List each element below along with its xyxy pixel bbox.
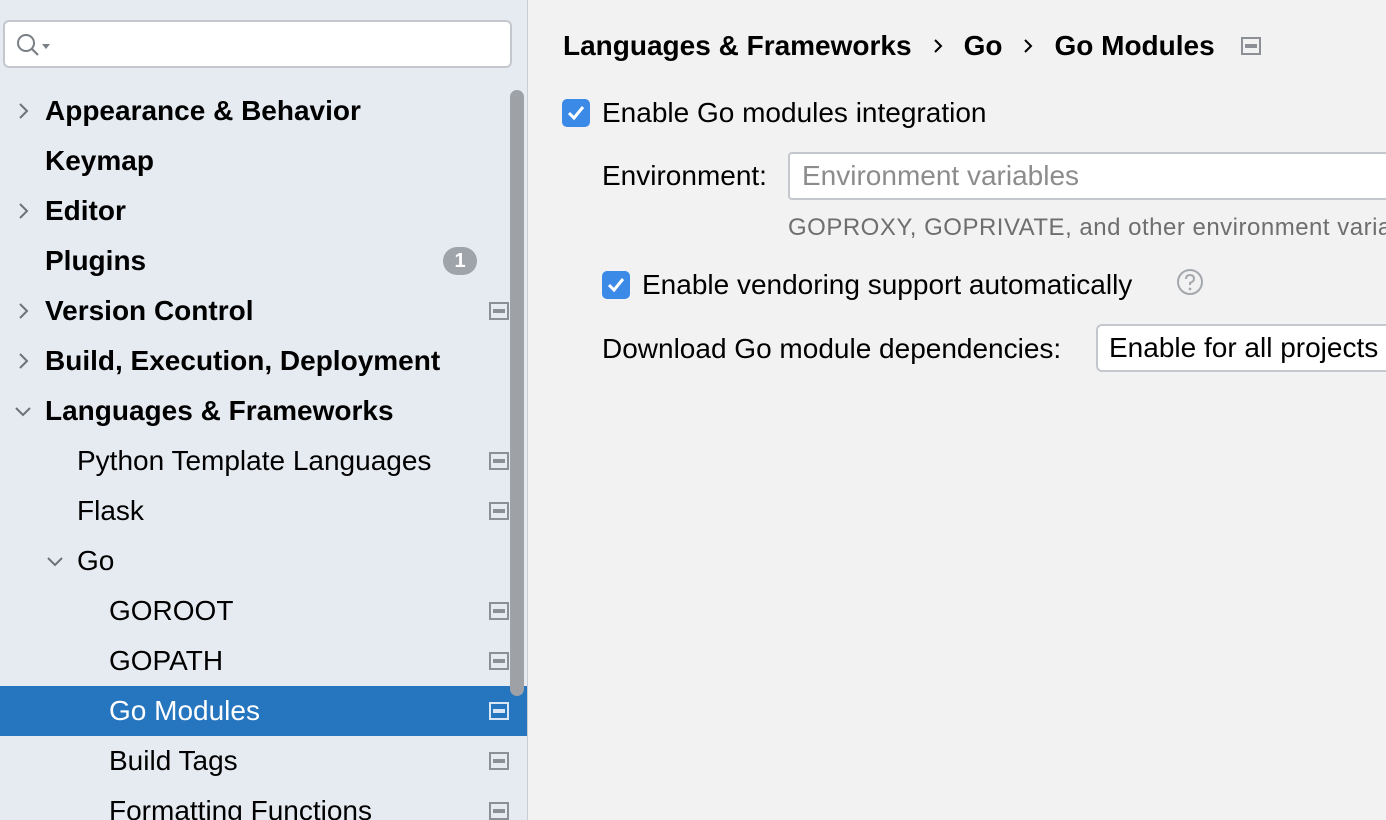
sidebar-item-label: Python Template Languages	[77, 445, 432, 476]
enable-modules-checkbox[interactable]	[562, 99, 590, 127]
sidebar-item-label: Appearance & Behavior	[45, 95, 361, 126]
download-dependencies-value: Enable for all projects	[1109, 332, 1379, 363]
settings-content: Languages & Frameworks Go Go Modules Ena…	[530, 0, 1386, 820]
project-level-icon	[489, 652, 509, 670]
sidebar-item-editor[interactable]: Editor	[0, 186, 527, 236]
sidebar-item-go[interactable]: Go	[0, 536, 527, 586]
breadcrumb-item: Go	[963, 30, 1003, 61]
sidebar-item-label: Version Control	[45, 295, 254, 326]
sidebar-item-label: GOROOT	[109, 595, 234, 626]
sidebar-item-label: Go	[77, 545, 115, 576]
sidebar-item-gopath[interactable]: GOPATH	[0, 636, 527, 686]
sidebar-item-label: GOPATH	[109, 645, 224, 676]
project-level-icon	[489, 502, 509, 520]
download-dependencies-select[interactable]: Enable for all projects	[1096, 324, 1386, 372]
sidebar-item-keymap[interactable]: Keymap	[0, 136, 527, 186]
chevron-right-icon[interactable]	[13, 301, 33, 321]
sidebar-item-label: Keymap	[45, 145, 154, 176]
sidebar-item-label: Languages & Frameworks	[45, 395, 394, 426]
chevron-down-icon[interactable]	[45, 551, 65, 571]
enable-modules-label[interactable]: Enable Go modules integration	[602, 97, 986, 129]
chevron-right-icon	[1024, 39, 1033, 53]
chevron-down-icon[interactable]	[13, 401, 33, 421]
sidebar-item-label: Build Tags	[109, 745, 238, 776]
project-level-icon	[489, 452, 509, 470]
breadcrumb-item: Languages & Frameworks	[563, 30, 912, 61]
settings-sidebar: Appearance & Behavior Keymap Editor Plug…	[0, 0, 528, 820]
sidebar-item-build-execution-deployment[interactable]: Build, Execution, Deployment	[0, 336, 527, 386]
project-level-icon	[489, 752, 509, 770]
sidebar-scrollbar[interactable]	[510, 90, 524, 696]
search-icon	[17, 34, 50, 56]
project-level-icon	[489, 702, 509, 720]
sidebar-item-label: Build, Execution, Deployment	[45, 345, 441, 376]
sidebar-item-label: Formatting Functions	[109, 795, 372, 820]
environment-label: Environment:	[602, 160, 767, 191]
chevron-right-icon[interactable]	[13, 101, 33, 121]
sidebar-item-languages-frameworks[interactable]: Languages & Frameworks	[0, 386, 527, 436]
chevron-right-icon[interactable]	[13, 351, 33, 371]
vendoring-checkbox[interactable]	[602, 271, 630, 299]
sidebar-item-plugins[interactable]: Plugins 1	[0, 236, 527, 286]
project-level-icon	[489, 302, 509, 320]
environment-hint: GOPROXY, GOPRIVATE, and other environmen…	[788, 214, 1386, 241]
vendoring-label[interactable]: Enable vendoring support automatically	[642, 269, 1132, 301]
checkmark-icon	[607, 278, 625, 293]
sidebar-item-go-modules[interactable]: Go Modules	[0, 686, 527, 736]
environment-field[interactable]: Environment variables	[788, 152, 1386, 200]
sidebar-item-formatting-functions[interactable]: Formatting Functions	[0, 786, 527, 820]
project-level-icon	[489, 802, 509, 820]
sidebar-item-label: Plugins	[45, 245, 147, 276]
environment-placeholder: Environment variables	[802, 160, 1080, 191]
sidebar-item-version-control[interactable]: Version Control	[0, 286, 527, 336]
checkmark-icon	[567, 106, 585, 121]
sidebar-item-goroot[interactable]: GOROOT	[0, 586, 527, 636]
project-level-icon	[1240, 37, 1261, 55]
chevron-right-icon[interactable]	[13, 201, 33, 221]
help-icon[interactable]	[1176, 268, 1204, 296]
sidebar-item-appearance-behavior[interactable]: Appearance & Behavior	[0, 86, 527, 136]
download-dependencies-label: Download Go module dependencies:	[602, 333, 1062, 364]
sidebar-item-label: Editor	[45, 195, 126, 226]
breadcrumb-item: Go Modules	[1054, 30, 1215, 61]
sidebar-item-flask[interactable]: Flask	[0, 486, 527, 536]
sidebar-item-label: Flask	[77, 495, 144, 526]
sidebar-item-build-tags[interactable]: Build Tags	[0, 736, 527, 786]
chevron-right-icon	[933, 39, 942, 53]
project-level-icon	[489, 602, 509, 620]
updates-badge: 1	[443, 247, 477, 275]
sidebar-item-python-template-languages[interactable]: Python Template Languages	[0, 436, 527, 486]
search-input[interactable]	[3, 20, 512, 68]
sidebar-item-label: Go Modules	[109, 695, 260, 726]
breadcrumb: Languages & Frameworks Go Go Modules	[563, 26, 1261, 66]
